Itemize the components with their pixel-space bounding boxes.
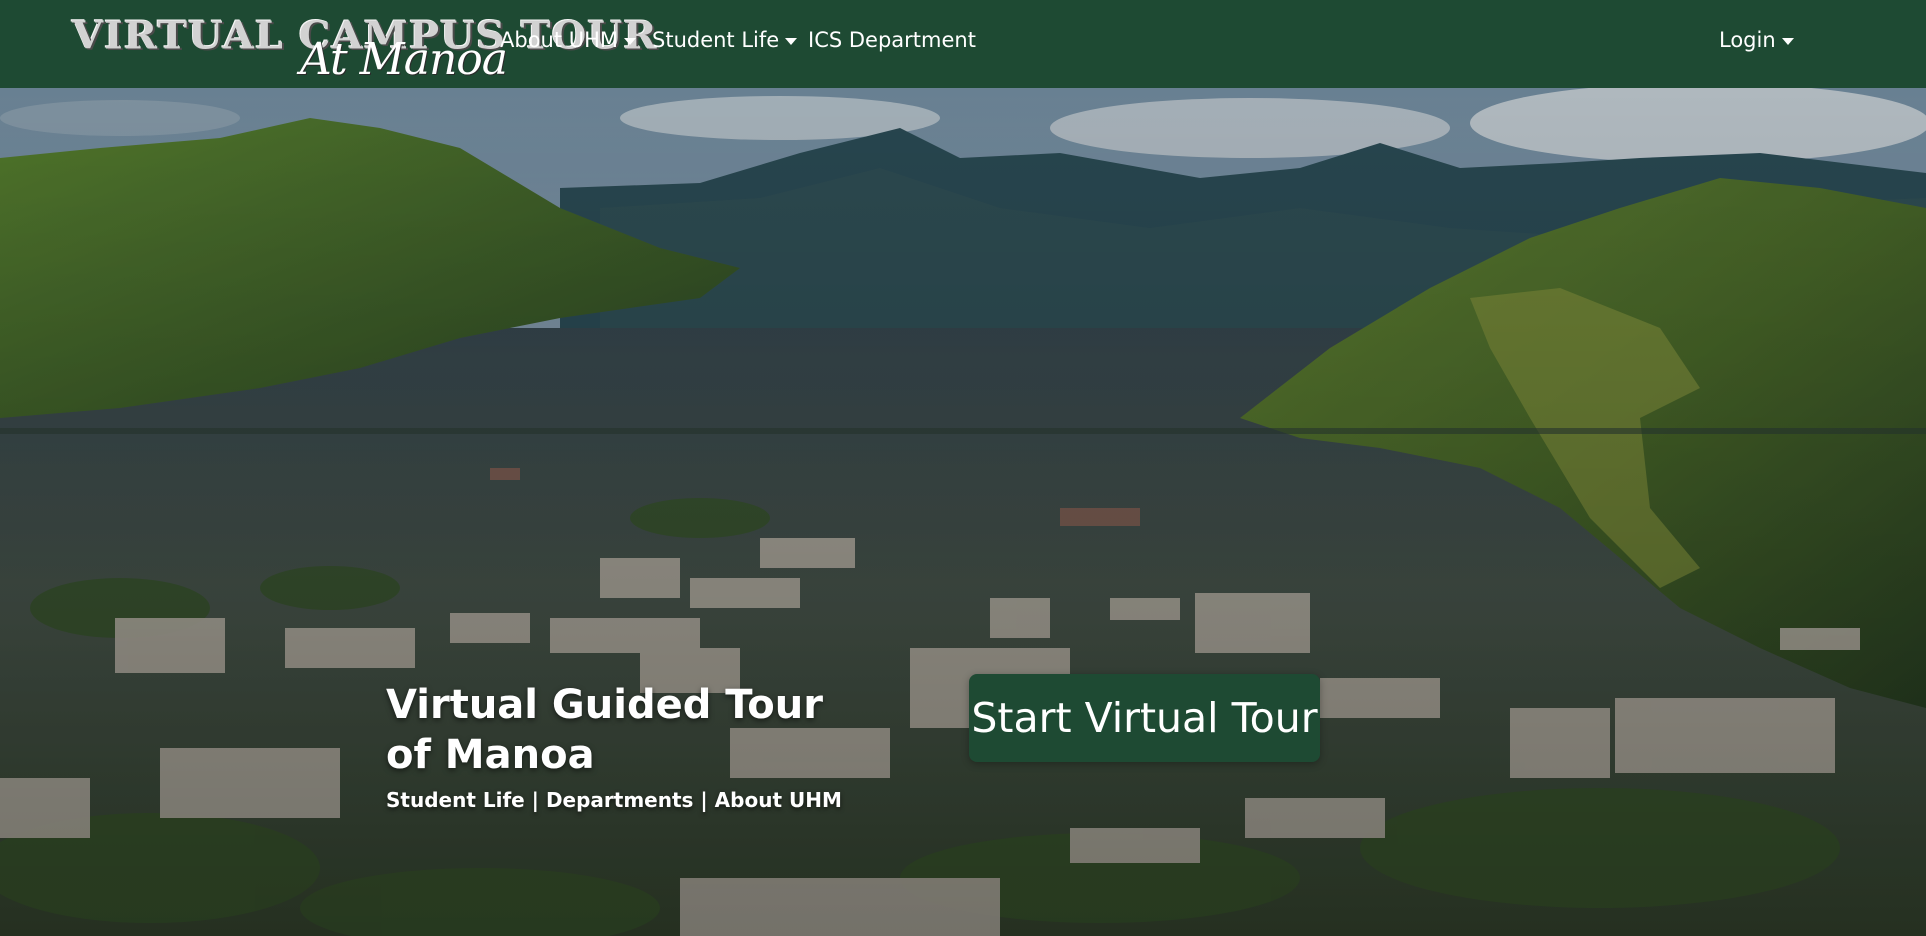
brand-script-subtitle: At Manoa (300, 34, 508, 85)
hero-subtitle: Student Life | Departments | About UHM (386, 788, 842, 812)
nav-login-dropdown[interactable]: Login (1719, 28, 1794, 52)
top-navbar: VIRTUAL CAMPUS TOUR At Manoa About UHM S… (0, 0, 1926, 88)
hero-background-image (0, 88, 1926, 936)
hero-section: Virtual Guided Tour of Manoa Student Lif… (0, 88, 1926, 936)
start-virtual-tour-button[interactable]: Start Virtual Tour (969, 674, 1320, 762)
nav-student-life-dropdown[interactable]: Student Life (652, 28, 798, 52)
nav-login-label: Login (1719, 28, 1776, 52)
nav-student-life-label: Student Life (652, 28, 780, 52)
caret-down-icon (624, 37, 637, 45)
nav-ics-department-label: ICS Department (808, 28, 976, 52)
caret-down-icon (785, 37, 798, 45)
nav-about-uhm-dropdown[interactable]: About UHM (500, 28, 637, 52)
hero-title: Virtual Guided Tour of Manoa (386, 682, 823, 778)
nav-about-uhm-label: About UHM (500, 28, 619, 52)
brand-logo[interactable]: VIRTUAL CAMPUS TOUR At Manoa (72, 12, 656, 85)
caret-down-icon (1781, 37, 1794, 45)
nav-ics-department-link[interactable]: ICS Department (808, 28, 976, 52)
